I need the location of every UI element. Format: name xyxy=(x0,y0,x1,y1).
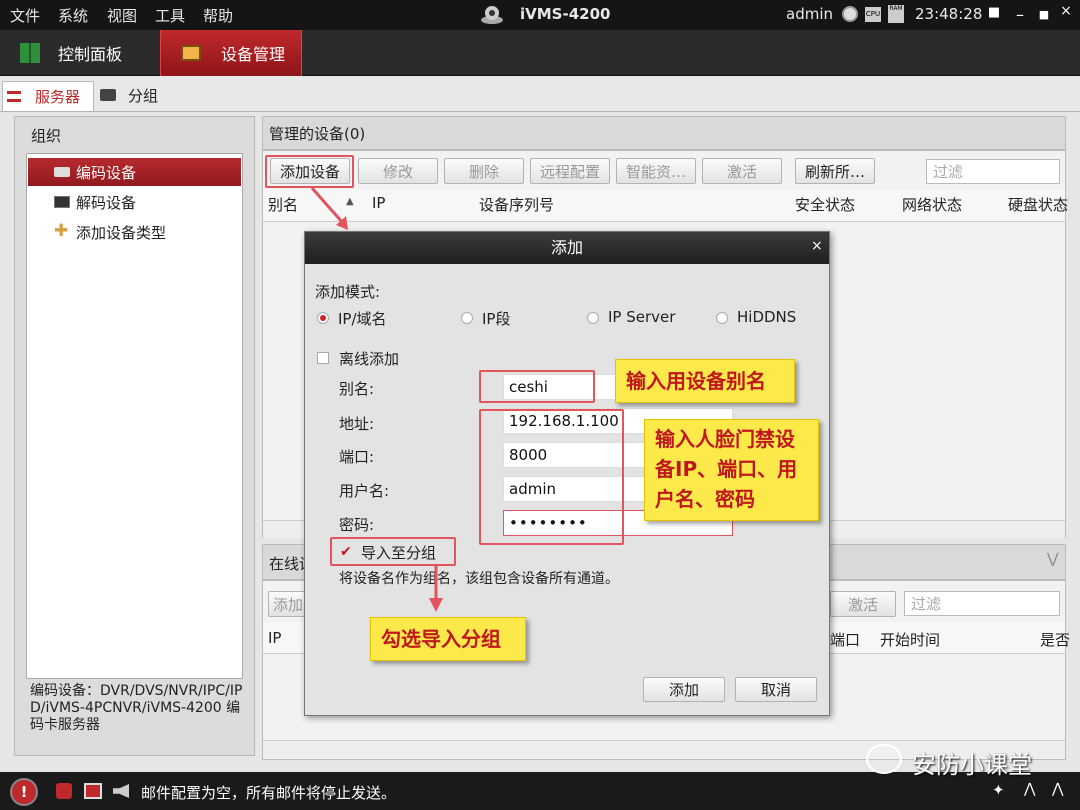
collapse-up-icon[interactable]: ⋀ xyxy=(1052,781,1063,797)
alarm-icon[interactable]: ! xyxy=(10,778,38,806)
expand-up-icon[interactable]: ⋀ xyxy=(1024,781,1035,797)
status-message: 邮件配置为空，所有邮件将停止发送。 xyxy=(141,784,397,802)
pin-icon[interactable]: ✦ xyxy=(992,781,1005,799)
callout-device-info: 输入人脸门禁设备IP、端口、用户名、密码 xyxy=(644,419,819,521)
callout-alias: 输入用设备别名 xyxy=(615,359,795,403)
wechat-logo-icon xyxy=(866,744,902,774)
callout-group: 勾选导入分组 xyxy=(370,617,526,661)
annotation-arrows xyxy=(310,187,443,612)
speaker-icon[interactable] xyxy=(113,784,129,798)
alarm-popup-icon[interactable] xyxy=(84,783,102,799)
alarm-sound-icon[interactable] xyxy=(56,783,72,799)
watermark: 安防小课堂 xyxy=(912,751,1032,779)
